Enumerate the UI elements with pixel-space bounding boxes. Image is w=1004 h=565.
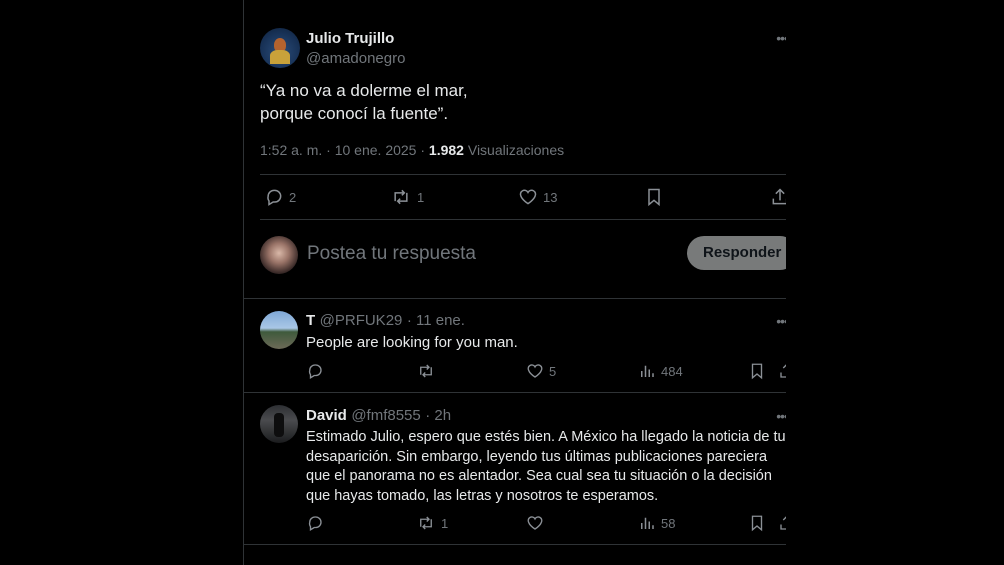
reply-author-handle[interactable]: @fmf8555: [351, 407, 420, 424]
heart-icon: [527, 516, 543, 530]
divider: [260, 219, 786, 220]
reply-author-name[interactable]: David: [306, 407, 347, 424]
reply-avatar[interactable]: [260, 311, 298, 349]
author-handle[interactable]: @amadonegro: [306, 50, 405, 67]
post-date[interactable]: 10 ene. 2025: [335, 142, 417, 158]
views-count: 1.982: [428, 142, 464, 158]
like-action[interactable]: [526, 514, 549, 532]
reply-text-line: Estimado Julio, espero que estés bien. A…: [306, 429, 786, 445]
heart-icon: [519, 189, 537, 205]
reply-time[interactable]: · 11 ene.: [407, 312, 465, 329]
views-count: 58: [661, 515, 676, 531]
reply-text-line: desaparición. Sin embargo, leyendo tus ú…: [306, 448, 768, 465]
reply-author-handle[interactable]: @PRFUK29: [320, 312, 403, 329]
reply-icon: [308, 516, 322, 531]
reply-avatar[interactable]: [260, 405, 298, 443]
repost-icon: [420, 364, 432, 378]
repost-action[interactable]: 1: [390, 187, 424, 207]
reply-count: 2: [289, 189, 297, 205]
views-count: 484: [661, 363, 683, 379]
like-action[interactable]: 13: [518, 187, 557, 207]
reply-text-line: que el panorama no es alentador. Sea cua…: [306, 468, 772, 484]
views-label: Visualizaciones: [467, 142, 565, 158]
like-action[interactable]: 5: [526, 362, 556, 380]
views-chart-icon: [641, 365, 654, 377]
bookmark-icon: [751, 363, 763, 380]
views-action[interactable]: 484: [638, 362, 683, 380]
reply-button[interactable]: Responder: [687, 236, 786, 270]
repost-action[interactable]: 1: [416, 514, 448, 532]
post-thread-panel: Julio Trujillo @amadonegro ••• “Ya no va…: [243, 0, 786, 565]
bookmark-action[interactable]: [748, 362, 766, 380]
reply-action[interactable]: [306, 514, 329, 532]
share-action[interactable]: [778, 514, 786, 532]
user-avatar[interactable]: [260, 236, 298, 274]
reply-icon: [308, 364, 322, 379]
divider: [260, 174, 786, 175]
divider: [244, 298, 786, 299]
repost-action[interactable]: [416, 362, 441, 380]
meta-separator: ·: [420, 142, 426, 158]
bookmark-icon: [751, 515, 763, 532]
reply-header: David @fmf8555 · 2h: [306, 407, 451, 425]
repost-count: 1: [417, 189, 425, 205]
reply-header: T @PRFUK29 · 11 ene.: [306, 312, 465, 330]
reply-action[interactable]: 2: [264, 187, 296, 207]
like-count: 13: [543, 189, 558, 205]
more-dots-icon[interactable]: •••: [776, 30, 786, 46]
more-dots-icon[interactable]: •••: [776, 313, 786, 329]
like-count: 5: [549, 363, 557, 379]
more-dots-icon[interactable]: •••: [776, 408, 786, 424]
post-time[interactable]: 1:52 a. m.: [260, 142, 322, 158]
reply-text: People are looking for you man.: [306, 334, 518, 351]
author-avatar[interactable]: [260, 28, 300, 68]
reply-action[interactable]: [306, 362, 329, 380]
repost-icon: [394, 189, 408, 205]
views-chart-icon: [641, 517, 654, 529]
divider: [244, 392, 786, 393]
reply-time[interactable]: · 2h: [425, 407, 451, 424]
bookmark-icon: [648, 188, 660, 207]
share-action[interactable]: [770, 187, 786, 207]
post-meta: 1:52 a. m. · 10 ene. 2025 · 1.982 Visual…: [260, 142, 564, 158]
share-icon: [780, 364, 786, 378]
repost-icon: [420, 516, 432, 530]
divider: [244, 544, 786, 545]
share-icon: [772, 188, 786, 205]
meta-separator: ·: [326, 142, 331, 158]
post-text-line2: porque conocí la fuente”.: [260, 104, 449, 123]
share-icon: [780, 516, 786, 530]
reply-text-line: que hayas tomado, las letras y nosotros …: [306, 487, 659, 504]
views-action[interactable]: 58: [638, 514, 675, 532]
repost-count: 1: [441, 515, 449, 531]
reply-input[interactable]: Postea tu respuesta: [307, 243, 476, 265]
post-text-line1: “Ya no va a dolerme el mar,: [260, 81, 468, 100]
heart-icon: [527, 364, 543, 378]
author-name[interactable]: Julio Trujillo: [306, 30, 394, 47]
reply-icon: [267, 189, 282, 206]
bookmark-action[interactable]: [644, 187, 664, 207]
bookmark-action[interactable]: [748, 514, 766, 532]
share-action[interactable]: [778, 362, 786, 380]
reply-author-name[interactable]: T: [306, 312, 315, 329]
reply-text: Estimado Julio, espero que estés bien. A…: [306, 428, 786, 506]
